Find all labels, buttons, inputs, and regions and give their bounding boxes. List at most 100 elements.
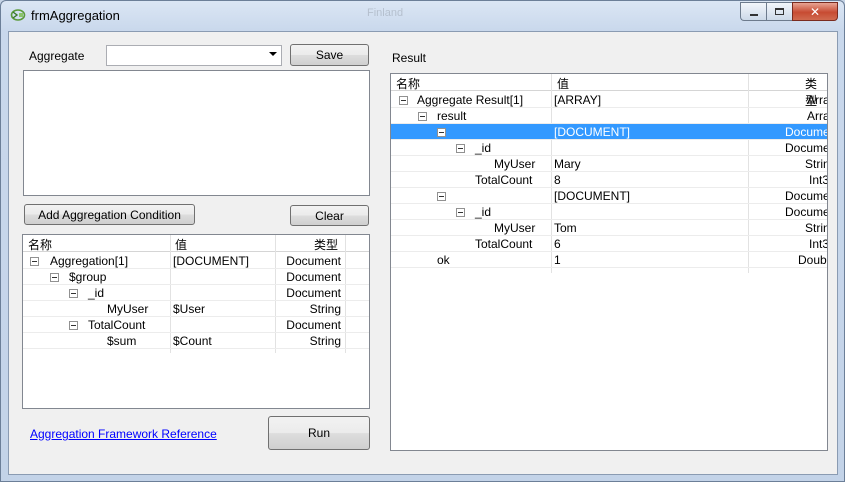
- row-type: Array: [807, 109, 827, 123]
- row-type: String: [805, 221, 827, 235]
- row-value: 8: [554, 173, 561, 187]
- row-name: TotalCount: [475, 237, 533, 251]
- row-name: MyUser: [107, 302, 149, 316]
- collapse-icon[interactable]: [50, 273, 59, 282]
- collapse-icon[interactable]: [456, 144, 465, 153]
- column-header-name[interactable]: 名称: [28, 236, 52, 253]
- row-name: _id: [475, 141, 492, 155]
- row-name: $sum: [107, 334, 137, 348]
- condition-tree[interactable]: 名称 值 类型 Aggregation[1] [DOCUMENT] Docume…: [22, 234, 370, 409]
- tree-row[interactable]: ok 1 Double: [391, 252, 827, 268]
- run-button[interactable]: Run: [268, 416, 370, 450]
- row-value: [DOCUMENT]: [173, 254, 249, 268]
- row-name: MyUser: [494, 221, 536, 235]
- row-name: _id: [88, 286, 105, 300]
- row-type: Array: [807, 93, 827, 107]
- collapse-icon[interactable]: [418, 112, 427, 121]
- tree-row[interactable]: MyUser $User String: [23, 301, 369, 317]
- row-value: 1: [554, 253, 561, 267]
- row-name: result: [437, 109, 467, 123]
- row-type: Document: [286, 254, 341, 268]
- column-header-value[interactable]: 值: [557, 75, 569, 92]
- row-value: 6: [554, 237, 561, 251]
- row-type: Int32: [809, 237, 827, 251]
- row-type: Double: [798, 253, 827, 267]
- aggregate-combobox[interactable]: [106, 45, 282, 66]
- row-value: [DOCUMENT]: [554, 125, 630, 139]
- collapse-icon[interactable]: [69, 289, 78, 298]
- result-label: Result: [392, 51, 427, 65]
- aggregate-text-area[interactable]: [23, 70, 370, 196]
- row-type: Int32: [809, 173, 827, 187]
- aggregate-label: Aggregate: [29, 49, 85, 63]
- row-value: Mary: [554, 157, 581, 171]
- row-name: MyUser: [494, 157, 536, 171]
- collapse-icon[interactable]: [437, 192, 446, 201]
- app-icon: [10, 9, 26, 21]
- form-client-area: Aggregate Save Add Aggregation Condition…: [8, 31, 838, 475]
- row-type: String: [309, 334, 341, 348]
- collapse-icon[interactable]: [437, 128, 446, 137]
- tree-row[interactable]: MyUser Tom String: [391, 220, 827, 236]
- tree-row[interactable]: _id Document: [391, 204, 827, 220]
- add-aggregation-condition-button[interactable]: Add Aggregation Condition: [24, 204, 195, 225]
- tree-row[interactable]: _id Document: [23, 285, 369, 301]
- row-value: Tom: [554, 221, 577, 235]
- tree-row[interactable]: $group Document: [23, 269, 369, 285]
- row-value: $Count: [173, 334, 212, 348]
- row-type: Document: [785, 205, 827, 219]
- condition-tree-header: 名称 值 类型: [23, 235, 369, 252]
- tree-row[interactable]: Aggregate Result[1] [ARRAY] Array: [391, 92, 827, 108]
- row-type: Document: [785, 189, 827, 203]
- tree-row[interactable]: [DOCUMENT] Document: [391, 188, 827, 204]
- tree-row[interactable]: result Array: [391, 108, 827, 124]
- tree-row[interactable]: Aggregation[1] [DOCUMENT] Document: [23, 253, 369, 269]
- title-bar[interactable]: frmAggregation Finland ✕: [1, 1, 844, 31]
- row-value: [ARRAY]: [554, 93, 602, 107]
- row-type: String: [309, 302, 341, 316]
- collapse-icon[interactable]: [30, 257, 39, 266]
- row-name: Aggregate Result[1]: [417, 93, 524, 107]
- close-icon: ✕: [809, 4, 821, 19]
- close-button[interactable]: ✕: [792, 2, 838, 21]
- row-name: ok: [437, 253, 450, 267]
- result-tree[interactable]: 名称 值 类型 Aggregate Result[1] [ARRAY] Arra…: [390, 73, 828, 451]
- tree-row[interactable]: TotalCount 6 Int32: [391, 236, 827, 252]
- row-name: TotalCount: [88, 318, 146, 332]
- row-name: Aggregation[1]: [50, 254, 129, 268]
- column-header-type[interactable]: 类型: [314, 236, 338, 253]
- minimize-icon: [749, 13, 758, 16]
- tree-row[interactable]: $sum $Count String: [23, 333, 369, 349]
- collapse-icon[interactable]: [399, 96, 408, 105]
- row-name: $group: [69, 270, 107, 284]
- maximize-button[interactable]: [766, 2, 792, 21]
- row-value: $User: [173, 302, 206, 316]
- row-type: Document: [286, 286, 341, 300]
- row-type: Document: [286, 270, 341, 284]
- result-tree-header: 名称 值 类型: [391, 74, 827, 108]
- column-header-name[interactable]: 名称: [396, 75, 420, 92]
- row-type: Document: [286, 318, 341, 332]
- collapse-icon[interactable]: [69, 321, 78, 330]
- maximize-icon: [775, 8, 784, 15]
- row-type: Document: [785, 141, 827, 155]
- window-title: frmAggregation: [31, 8, 120, 23]
- tree-row[interactable]: TotalCount 8 Int32: [391, 172, 827, 188]
- row-value: [DOCUMENT]: [554, 189, 630, 203]
- background-window-title: Finland: [367, 7, 404, 19]
- tree-row[interactable]: _id Document: [391, 140, 827, 156]
- minimize-button[interactable]: [740, 2, 766, 21]
- chevron-down-icon: [269, 52, 277, 56]
- save-button[interactable]: Save: [290, 44, 369, 66]
- tree-row[interactable]: MyUser Mary String: [391, 156, 827, 172]
- tree-row-selected[interactable]: [DOCUMENT] Document: [391, 124, 827, 140]
- collapse-icon[interactable]: [456, 208, 465, 217]
- app-window: frmAggregation Finland ✕ Aggregate Save …: [0, 0, 845, 482]
- row-name: TotalCount: [475, 173, 533, 187]
- clear-button[interactable]: Clear: [290, 205, 369, 226]
- tree-row[interactable]: TotalCount Document: [23, 317, 369, 333]
- aggregation-framework-reference-link[interactable]: Aggregation Framework Reference: [30, 427, 217, 441]
- row-type: String: [805, 157, 827, 171]
- row-name: _id: [475, 205, 492, 219]
- column-header-value[interactable]: 值: [175, 236, 187, 253]
